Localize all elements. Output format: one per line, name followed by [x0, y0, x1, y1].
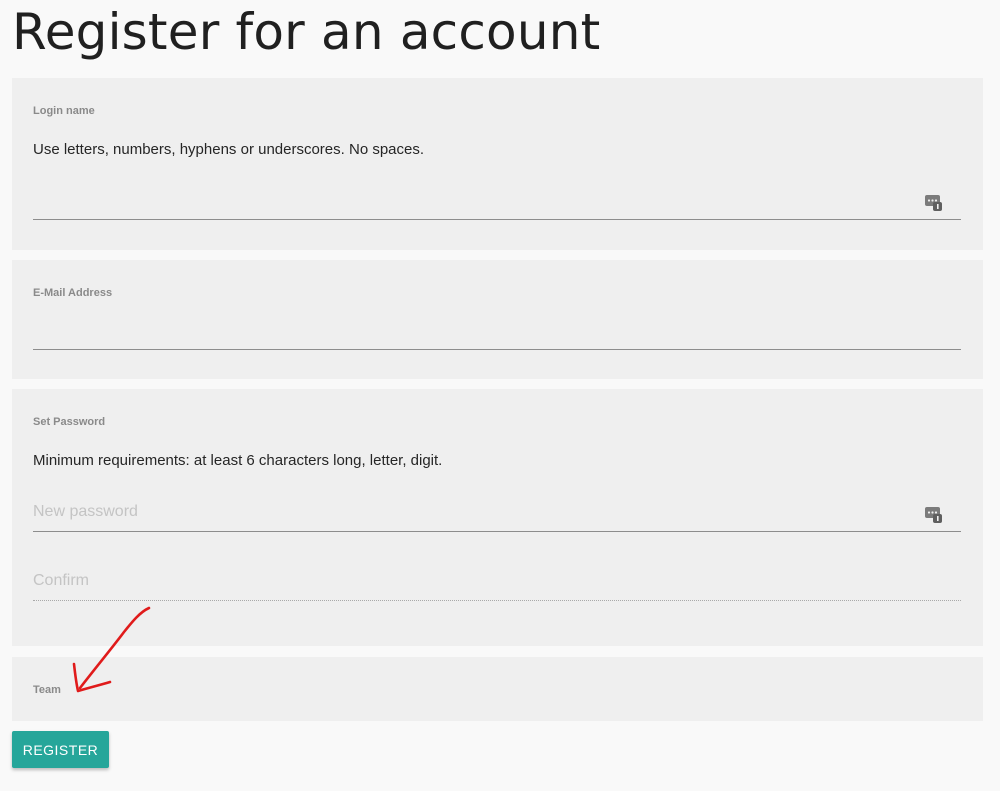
new-password-input[interactable] [33, 500, 961, 532]
login-name-label: Login name [33, 105, 95, 117]
password-label: Set Password [33, 416, 106, 428]
login-name-input[interactable] [33, 188, 961, 220]
confirm-password-field-wrap [33, 569, 961, 601]
email-input[interactable] [33, 318, 961, 350]
password-manager-key-icon[interactable] [925, 506, 943, 524]
password-manager-key-icon[interactable] [925, 194, 943, 212]
page-title: Register for an account [12, 3, 601, 61]
login-name-field-wrap [33, 188, 961, 220]
password-hint: Minimum requirements: at least 6 charact… [33, 452, 443, 469]
password-section: Set Password Minimum requirements: at le… [12, 389, 983, 646]
email-field-wrap [33, 318, 961, 350]
login-name-hint: Use letters, numbers, hyphens or undersc… [33, 141, 425, 158]
register-button[interactable]: REGISTER [12, 731, 109, 768]
email-section: E-Mail Address [12, 260, 983, 379]
team-label: Team [33, 684, 61, 696]
team-section: Team [12, 657, 983, 721]
email-label: E-Mail Address [33, 287, 113, 299]
new-password-field-wrap [33, 500, 961, 532]
login-name-section: Login name Use letters, numbers, hyphens… [12, 78, 983, 250]
confirm-password-input[interactable] [33, 569, 961, 601]
